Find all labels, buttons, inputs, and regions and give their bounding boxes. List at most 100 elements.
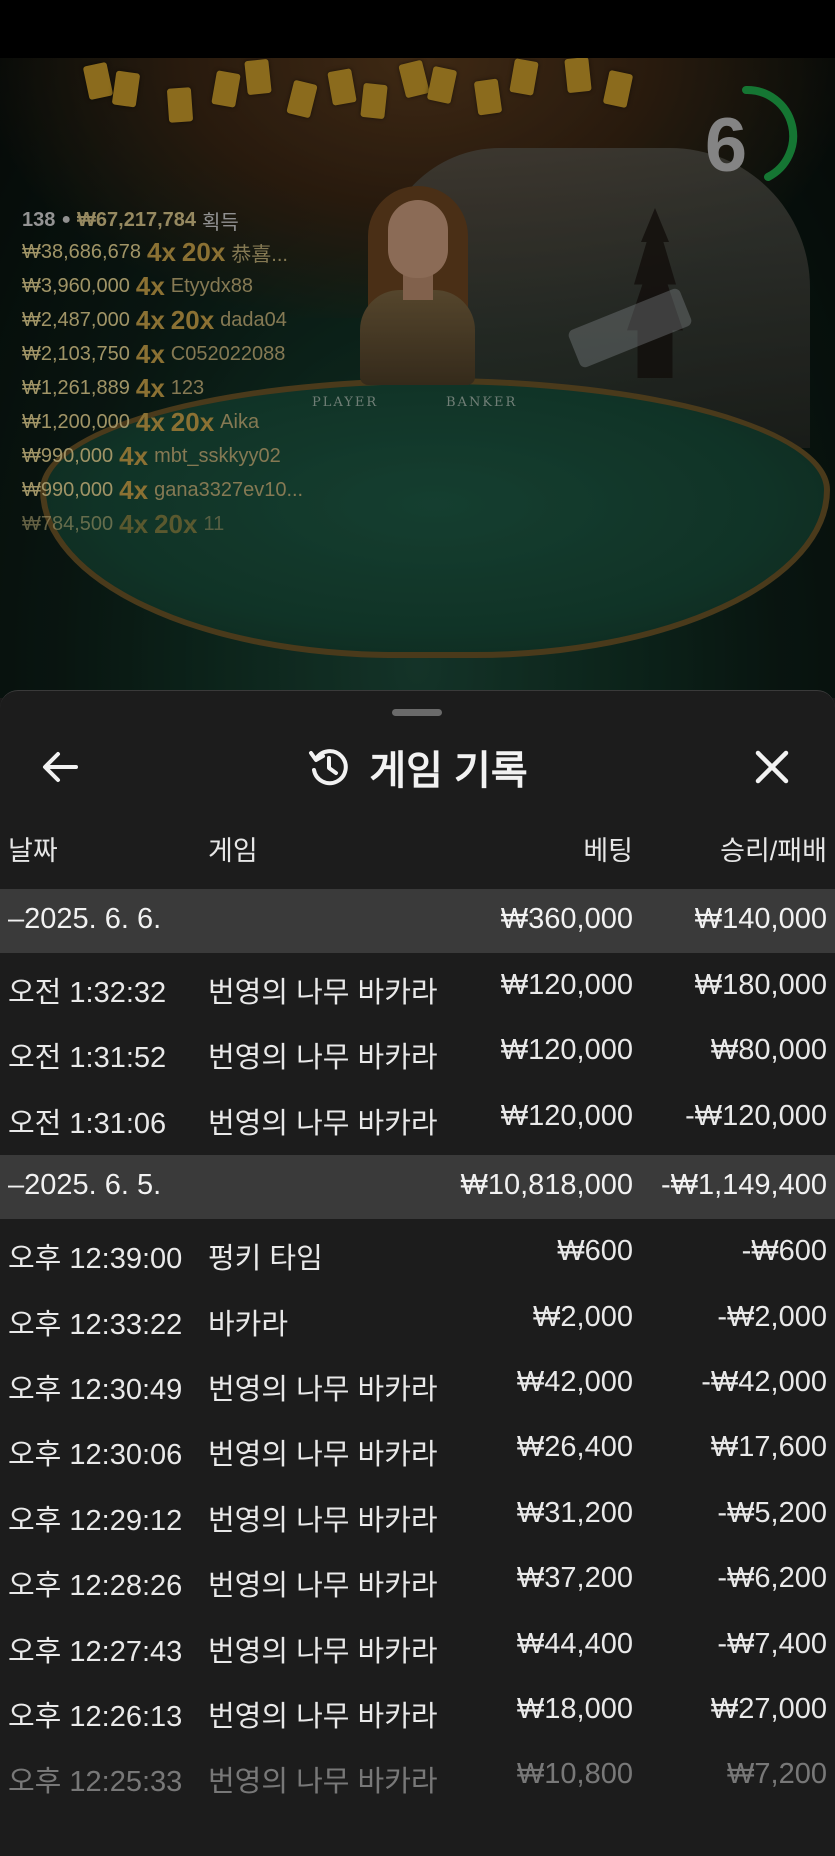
row-bet: ₩2,000 xyxy=(533,1300,633,1333)
row-bet: ₩42,000 xyxy=(516,1365,633,1398)
row-time: 오전 1:31:06 xyxy=(8,1107,167,1140)
column-game: 게임 xyxy=(208,836,258,866)
column-bet: 베팅 xyxy=(583,836,633,866)
winner-name: gana3327ev10... xyxy=(154,478,304,501)
multiplier-4x: 4x xyxy=(146,236,176,267)
winner-amount: ₩990,000 xyxy=(22,444,114,467)
row-game: 펑키 타임 xyxy=(208,1243,323,1276)
row-bet: ₩31,200 xyxy=(516,1496,633,1529)
winner-row: ₩784,500 4x 20x 11 xyxy=(22,507,303,541)
winner-amount: ₩3,960,000 xyxy=(22,274,130,297)
row-result: ₩17,600 xyxy=(710,1431,827,1464)
banker-label: BANKER xyxy=(446,395,518,410)
row-result: ₩180,000 xyxy=(694,969,827,1001)
winner-amount: ₩2,103,750 xyxy=(22,342,130,365)
person-icon: ● xyxy=(61,211,72,228)
history-row[interactable]: 오후 12:33:22 바카라 ₩2,000 -₩2,000 xyxy=(0,1285,835,1350)
game-history-sheet: 게임 기록 날짜 게임 베팅 승리/패배 –2025. 6. 6. ₩360,00… xyxy=(0,690,835,1856)
row-time: 오전 1:31:52 xyxy=(8,1042,167,1075)
winner-amount: ₩990,000 xyxy=(22,478,114,501)
row-result: ₩80,000 xyxy=(710,1034,827,1067)
winner-name: mbt_sskkyy02 xyxy=(154,444,281,467)
close-button[interactable] xyxy=(742,739,802,795)
winner-name: C052022088 xyxy=(170,342,286,365)
winners-summary: 138 ● ₩67,217,784 획득 xyxy=(22,205,303,235)
row-bet: ₩600 xyxy=(557,1235,633,1268)
history-icon xyxy=(309,749,349,786)
winner-row: ₩2,103,750 4x C052022088 xyxy=(22,337,303,371)
history-row[interactable]: 오전 1:31:06 번영의 나무 바카라 ₩120,000 -₩120,000 xyxy=(0,1084,835,1149)
back-button[interactable] xyxy=(30,739,90,795)
row-game: 바카라 xyxy=(208,1308,289,1341)
row-game: 번영의 나무 바카라 xyxy=(208,1107,438,1140)
multiplier-4x: 4x xyxy=(135,338,165,369)
winner-amount: ₩1,200,000 xyxy=(22,410,130,433)
winner-row: ₩38,686,678 4x 20x 恭喜... xyxy=(22,235,303,269)
dealer-face xyxy=(388,200,448,278)
row-game: 번영의 나무 바카라 xyxy=(208,1439,438,1472)
history-row[interactable]: 오후 12:30:49 번영의 나무 바카라 ₩42,000 -₩42,000 xyxy=(0,1350,835,1415)
drag-handle[interactable] xyxy=(392,709,442,716)
history-row[interactable]: 오후 12:27:43 번영의 나무 바카라 ₩44,400 -₩7,400 xyxy=(0,1612,835,1677)
dealer-body xyxy=(360,290,475,385)
won-label: 획득 xyxy=(202,211,239,234)
row-result: -₩2,000 xyxy=(717,1300,827,1333)
winner-row: ₩990,000 4x mbt_sskkyy02 xyxy=(22,439,303,473)
row-game: 번영의 나무 바카라 xyxy=(208,1373,438,1406)
row-bet: ₩120,000 xyxy=(500,1034,633,1067)
countdown-number: 6 xyxy=(704,103,748,188)
history-row[interactable]: 오후 12:29:12 번영의 나무 바카라 ₩31,200 -₩5,200 xyxy=(0,1481,835,1546)
group-bet-total: ₩10,818,000 xyxy=(460,1169,633,1202)
row-bet: ₩10,800 xyxy=(516,1758,633,1791)
winner-amount: ₩38,686,678 xyxy=(22,240,141,263)
group-result-total: ₩140,000 xyxy=(694,903,827,935)
winner-name: Aika xyxy=(220,410,260,433)
row-result: -₩600 xyxy=(741,1235,827,1268)
date-group-row[interactable]: –2025. 6. 6. ₩360,000 ₩140,000 xyxy=(0,889,835,953)
group-bet-total: ₩360,000 xyxy=(500,903,633,935)
hanging-card xyxy=(360,82,388,120)
top-status-bar xyxy=(0,0,835,58)
sheet-title: 게임 기록 xyxy=(369,749,528,793)
winner-name: Etyydx88 xyxy=(170,274,254,297)
row-bet: ₩26,400 xyxy=(516,1431,633,1464)
history-row[interactable]: 오후 12:28:26 번영의 나무 바카라 ₩37,200 -₩6,200 xyxy=(0,1546,835,1611)
winner-amount: ₩784,500 xyxy=(22,512,114,535)
history-row[interactable]: 오전 1:32:32 번영의 나무 바카라 ₩120,000 ₩180,000 xyxy=(0,953,835,1018)
history-row[interactable]: 오후 12:39:00 펑키 타임 ₩600 -₩600 xyxy=(0,1219,835,1284)
row-game: 번영의 나무 바카라 xyxy=(208,977,438,1009)
history-row[interactable]: 오전 1:31:52 번영의 나무 바카라 ₩120,000 ₩80,000 xyxy=(0,1018,835,1083)
row-time: 오후 12:30:06 xyxy=(8,1439,183,1472)
history-row[interactable]: 오후 12:25:33 번영의 나무 바카라 ₩10,800 ₩7,200 xyxy=(0,1742,835,1807)
winners-list: 138 ● ₩67,217,784 획득 ₩38,686,678 4x 20x 恭喜.… xyxy=(22,205,303,541)
row-result: -₩6,200 xyxy=(717,1562,827,1595)
hanging-card xyxy=(564,58,592,94)
row-time: 오후 12:33:22 xyxy=(8,1308,183,1341)
multiplier-20x: 20x xyxy=(181,236,226,267)
row-result: ₩27,000 xyxy=(710,1692,827,1725)
sheet-header: 게임 기록 xyxy=(0,727,835,807)
group-date: –2025. 6. 6. xyxy=(8,903,162,935)
hanging-card xyxy=(244,58,272,96)
row-result: -₩42,000 xyxy=(701,1365,827,1398)
row-result: -₩7,400 xyxy=(717,1627,827,1660)
winner-row: ₩990,000 4x gana3327ev10... xyxy=(22,473,303,507)
hanging-card xyxy=(111,70,141,108)
history-row[interactable]: 오후 12:30:06 번영의 나무 바카라 ₩26,400 ₩17,600 xyxy=(0,1415,835,1480)
row-time: 오후 12:26:13 xyxy=(8,1700,183,1733)
group-date: –2025. 6. 5. xyxy=(8,1169,162,1202)
multiplier-4x: 4x xyxy=(135,406,165,437)
date-group-row[interactable]: –2025. 6. 5. ₩10,818,000 -₩1,149,400 xyxy=(0,1155,835,1220)
row-game: 번영의 나무 바카라 xyxy=(208,1570,438,1603)
hanging-card xyxy=(166,87,194,123)
row-bet: ₩120,000 xyxy=(500,969,633,1001)
row-result: -₩5,200 xyxy=(717,1496,827,1529)
multiplier-4x: 4x xyxy=(135,372,165,403)
history-row[interactable]: 오후 12:26:13 번영의 나무 바카라 ₩18,000 ₩27,000 xyxy=(0,1677,835,1742)
row-time: 오후 12:27:43 xyxy=(8,1635,183,1668)
winner-amount: ₩1,261,889 xyxy=(22,376,130,399)
row-time: 오후 12:25:33 xyxy=(8,1766,183,1799)
column-result: 승리/패배 xyxy=(720,836,827,866)
winner-name: 恭喜... xyxy=(231,243,288,266)
hanging-card xyxy=(473,78,503,116)
